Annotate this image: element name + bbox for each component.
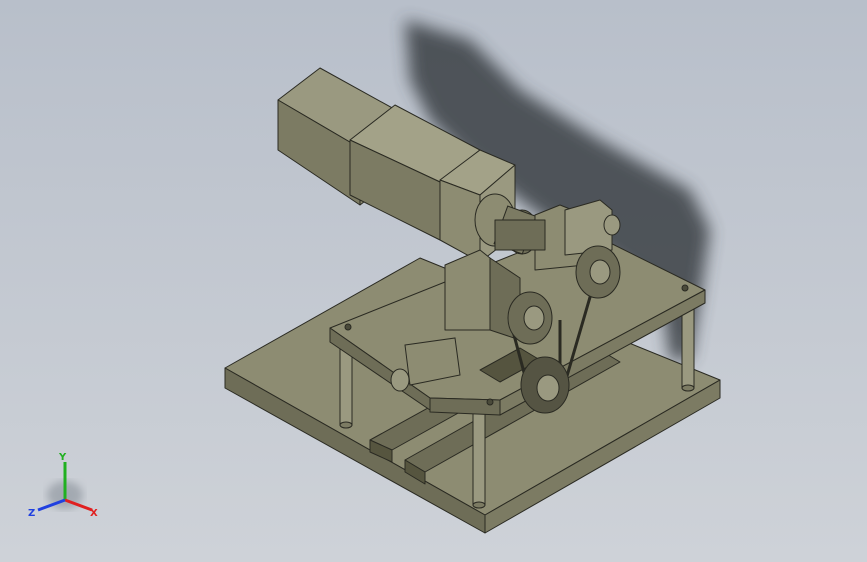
view-triad[interactable]: Y X Z bbox=[28, 452, 98, 519]
triad-y-label: Y bbox=[58, 452, 67, 463]
graphics-viewport[interactable]: Y X Z bbox=[0, 0, 867, 562]
triad-z-label: Z bbox=[28, 508, 35, 519]
triad-x-label: X bbox=[90, 508, 98, 519]
cad-model-view[interactable]: Y X Z bbox=[0, 0, 867, 562]
